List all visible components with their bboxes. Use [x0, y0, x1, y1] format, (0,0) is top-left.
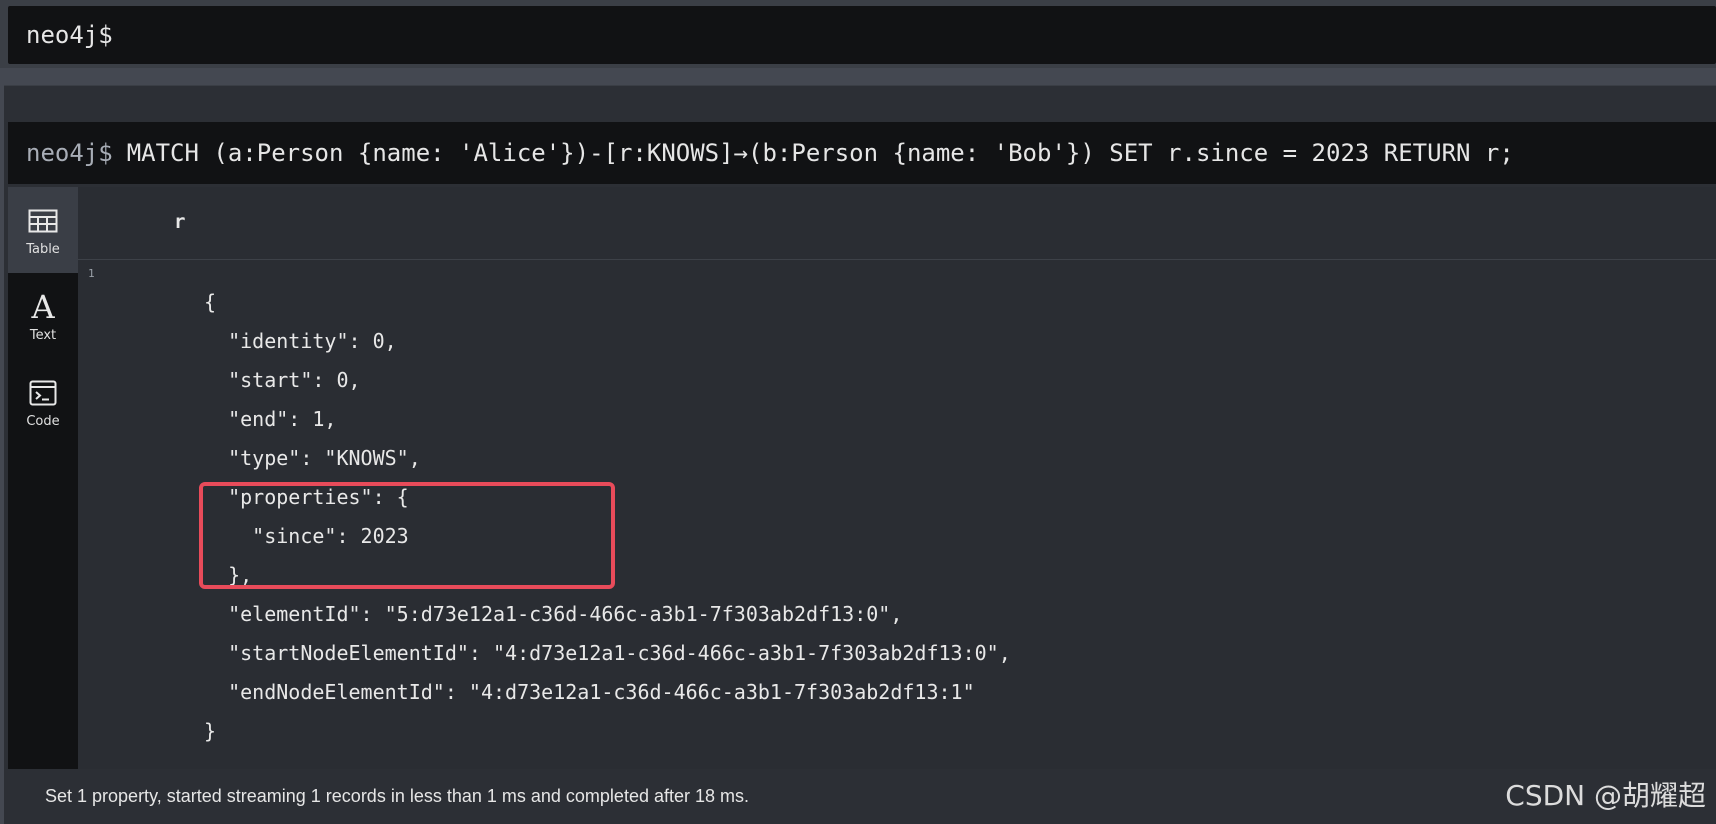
json-line: "start": 0,	[204, 368, 361, 392]
top-prompt-bar: neo4j$	[0, 0, 1716, 68]
frame-prompt: neo4j$	[26, 139, 113, 167]
view-button-table[interactable]: Table	[8, 187, 78, 273]
column-header-label: r	[174, 211, 186, 233]
json-line: "type": "KNOWS",	[204, 446, 421, 470]
view-button-label: Table	[26, 241, 60, 257]
text-icon: A	[31, 287, 55, 326]
watermark: CSDN @胡耀超	[1505, 779, 1706, 812]
row-number: 1	[88, 267, 95, 280]
frame-query-header[interactable]: neo4j$ MATCH (a:Person {name: 'Alice'})-…	[8, 122, 1716, 184]
json-line: }	[204, 719, 217, 743]
view-button-code[interactable]: Code	[8, 359, 78, 445]
prompt-label: neo4j$	[26, 21, 113, 49]
editor-input[interactable]: neo4j$	[8, 6, 1716, 64]
view-button-text[interactable]: A Text	[8, 273, 78, 359]
table-icon	[28, 204, 58, 238]
json-line: "end": 1,	[204, 407, 337, 431]
status-text: Set 1 property, started streaming 1 reco…	[45, 786, 750, 806]
json-line: "startNodeElementId": "4:d73e12a1-c36d-4…	[204, 641, 1011, 665]
json-line: "elementId": "5:d73e12a1-c36d-466c-a3b1-…	[204, 602, 903, 626]
highlight-box	[199, 482, 615, 589]
view-sidebar: Table A Text Code	[8, 187, 78, 769]
view-button-label: Code	[26, 413, 60, 429]
json-line: "endNodeElementId": "4:d73e12a1-c36d-466…	[204, 680, 975, 704]
result-table: r 1 { "identity": 0, "start": 0, "end": …	[78, 187, 1716, 769]
view-button-label: Text	[29, 327, 57, 343]
code-icon	[29, 376, 57, 410]
status-bar: Set 1 property, started streaming 1 reco…	[8, 769, 1716, 824]
query-text: MATCH (a:Person {name: 'Alice'})-[r:KNOW…	[126, 139, 1514, 167]
json-line: "identity": 0,	[204, 329, 397, 353]
column-header: r	[78, 187, 1716, 260]
json-line: {	[204, 290, 217, 314]
